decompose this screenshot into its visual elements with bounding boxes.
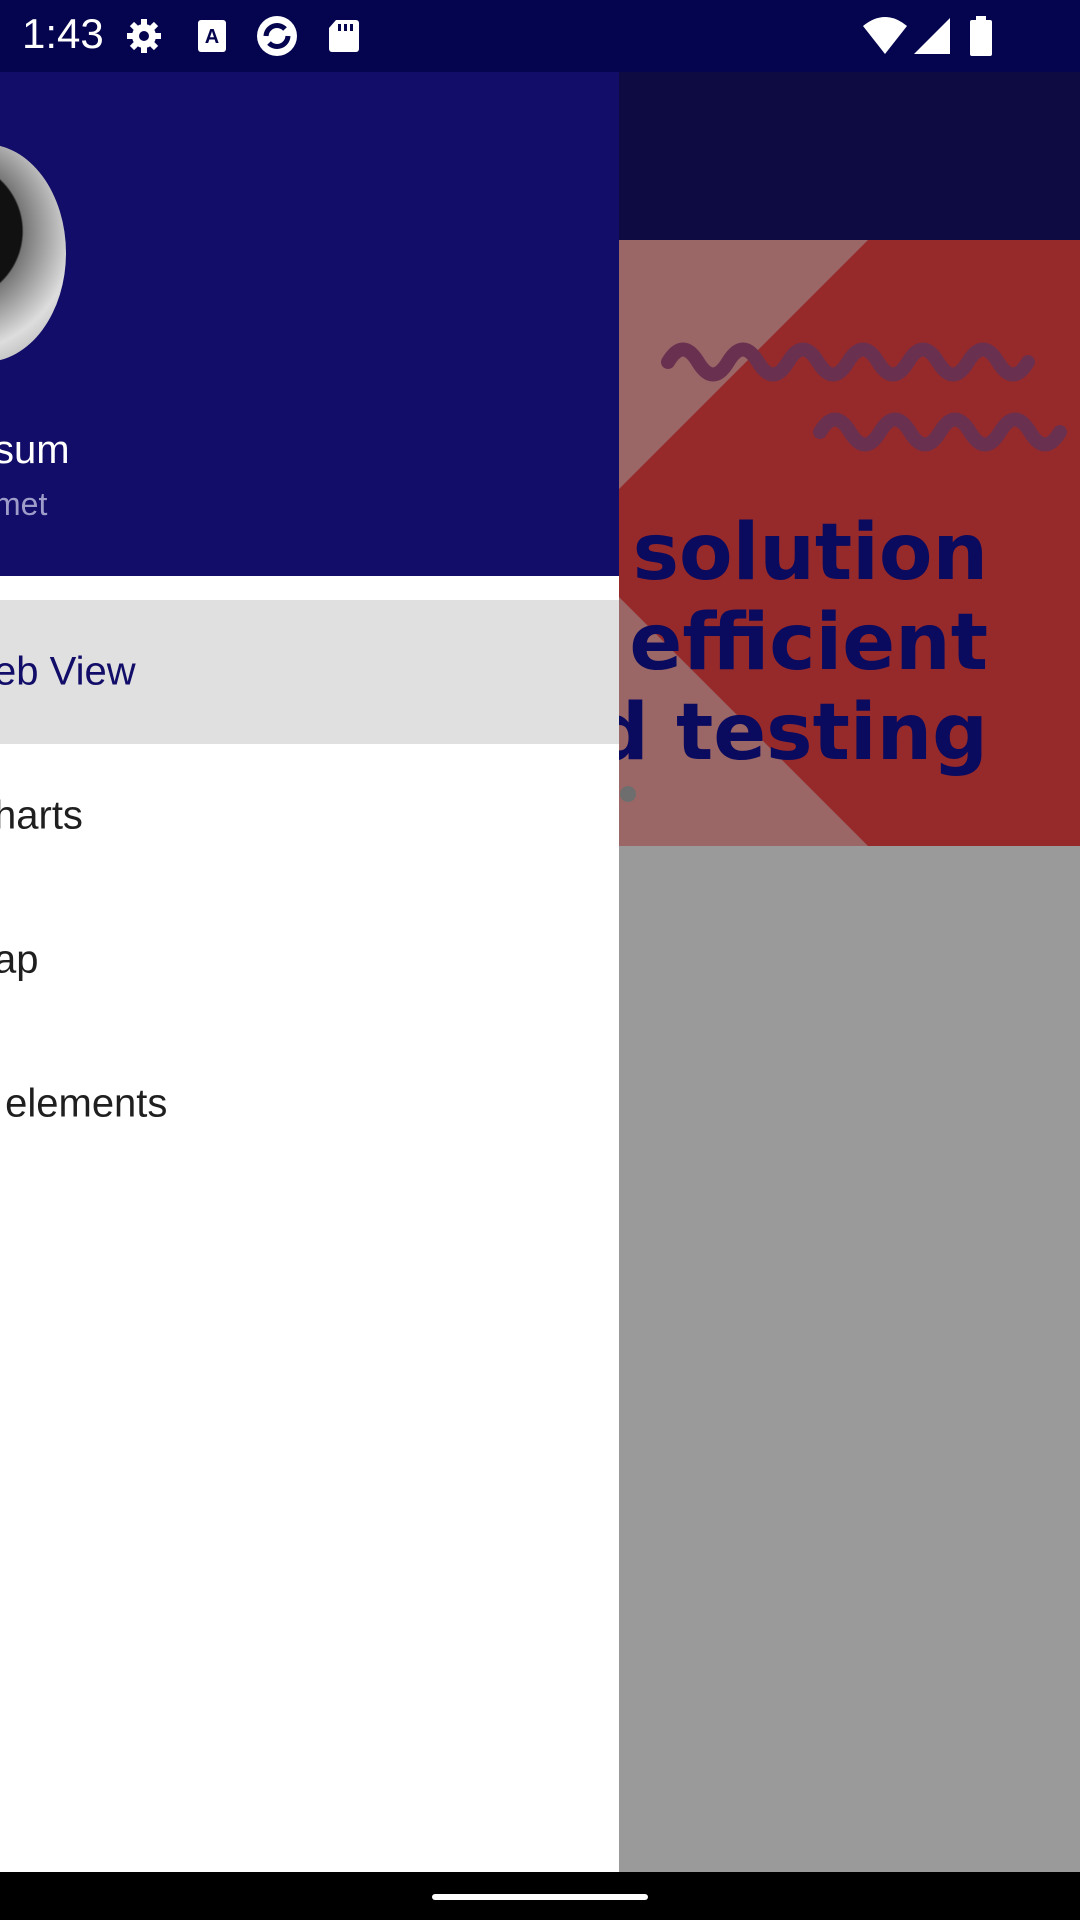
drawer-header-title: sum xyxy=(0,428,70,472)
svg-text:A: A xyxy=(205,26,219,48)
menu-item-map[interactable]: ap xyxy=(0,888,619,1032)
text-a-icon: A xyxy=(198,20,226,52)
menu-item-web-view[interactable]: eb View xyxy=(0,600,619,744)
menu-item-label: harts xyxy=(0,793,83,838)
signal-icon xyxy=(914,18,950,54)
status-time: 1:43 xyxy=(22,10,104,57)
sync-app-icon xyxy=(257,16,297,56)
status-bar: 1:43 A xyxy=(0,0,1080,72)
banner-indicator-dot xyxy=(620,786,636,802)
avatar xyxy=(0,144,66,362)
menu-item-label: eb View xyxy=(0,649,136,694)
menu-item-label: elements xyxy=(0,1081,168,1126)
drawer-header-subtitle: met xyxy=(0,486,48,522)
navigation-drawer: sum met eb View harts ap elements xyxy=(0,72,619,1872)
menu-item-charts[interactable]: harts xyxy=(0,744,619,888)
wifi-icon xyxy=(863,17,907,54)
menu-item-elements[interactable]: elements xyxy=(0,1032,619,1176)
navigation-bar xyxy=(0,1872,1080,1920)
menu-item-label: ap xyxy=(0,937,39,982)
drawer-header: sum met xyxy=(0,72,619,576)
battery-icon xyxy=(970,16,992,56)
sd-card-icon xyxy=(329,20,359,52)
home-gesture-handle[interactable] xyxy=(432,1894,648,1900)
settings-icon xyxy=(127,19,161,53)
